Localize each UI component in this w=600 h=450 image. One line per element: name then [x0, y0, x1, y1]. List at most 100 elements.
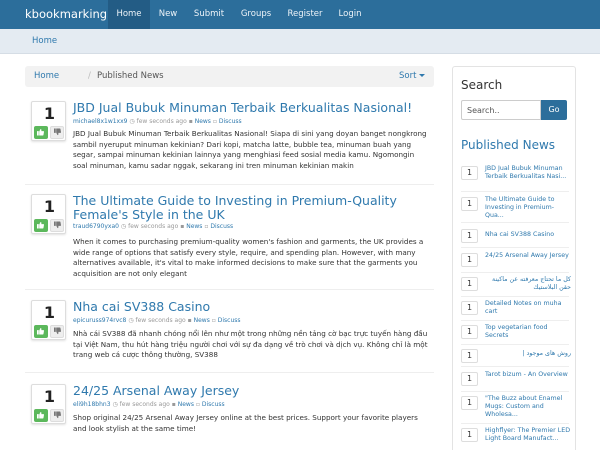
nav-home[interactable]: Home [108, 0, 150, 29]
sidebar-news-item[interactable]: 1 Tarot bizum - An Overview [461, 371, 571, 389]
thumbs-up-icon [37, 411, 44, 419]
story-discuss-link[interactable]: Discuss [218, 317, 241, 324]
vote-up-button[interactable] [34, 126, 48, 139]
sidebar-news-link[interactable]: Top vegetarian food Secrets [485, 324, 571, 340]
subheader-home-link[interactable]: Home [32, 36, 57, 46]
sidebar-news-item[interactable]: 1 Highflyer: The Premier LED Light Board… [461, 427, 571, 450]
nav-login[interactable]: Login [334, 0, 366, 29]
story-author-link[interactable]: eli9h18bhn3 [73, 401, 111, 408]
story-divider [25, 289, 434, 290]
story-time: few seconds ago [136, 118, 187, 125]
vote-count: 1 [43, 197, 56, 216]
sidebar-news-link[interactable]: Nha cai SV388 Casino [485, 231, 571, 239]
search-input[interactable] [461, 100, 541, 120]
breadcrumb-separator: / [88, 71, 91, 81]
sidebar-news-item[interactable]: 1 "The Buzz about Enamel Mugs: Custom an… [461, 395, 571, 421]
breadcrumb-home-link[interactable]: Home [34, 71, 59, 81]
sidebar-divider [461, 272, 569, 273]
story-summary: When it comes to purchasing premium-qual… [73, 237, 424, 278]
story-author-link[interactable]: epicuruss974rvc8 [73, 317, 126, 324]
vote-down-button[interactable] [50, 126, 64, 139]
story-meta: epicuruss974rvc8 ◷ few seconds ago ▪ New… [73, 317, 241, 324]
sidebar-news-item[interactable]: 1 24/25 Arsenal Away Jersey [461, 252, 571, 270]
story-title-link[interactable]: JBD Jual Bubuk Minuman Terbaik Berkualit… [73, 101, 412, 115]
sidebar-news-link[interactable]: JBD Jual Bubuk Minuman Terbaik Berkualit… [485, 165, 571, 181]
sidebar-news-link[interactable]: روش های موجود | [485, 350, 571, 358]
story-category-link[interactable]: News [194, 317, 210, 324]
search-go-button[interactable]: Go [541, 100, 567, 120]
nav-new[interactable]: New [152, 0, 184, 29]
clock-icon: ◷ [129, 118, 135, 125]
sidebar-vote-count: 1 [461, 166, 478, 180]
sort-dropdown[interactable]: Sort [399, 71, 426, 81]
nav-groups[interactable]: Groups [235, 0, 277, 29]
vote-count: 1 [43, 303, 56, 322]
breadcrumb-current: Published News [97, 71, 164, 81]
story-meta: traud6790yxa0 ◷ few seconds ago ▪ News ▫… [73, 223, 233, 230]
story-discuss-link[interactable]: Discuss [202, 401, 225, 408]
story-meta: michael8x1w1xx9 ◷ few seconds ago ▪ News… [73, 118, 242, 125]
story-category-link[interactable]: News [195, 118, 211, 125]
sidebar-vote-count: 1 [461, 428, 478, 442]
story-summary: JBD Jual Bubuk Minuman Terbaik Berkualit… [73, 129, 427, 170]
sidebar-divider [461, 296, 569, 297]
story-author-link[interactable]: michael8x1w1xx9 [73, 118, 127, 125]
sidebar-news-item[interactable]: 1 Detailed Notes on muha cart [461, 300, 571, 318]
sidebar-news-link[interactable]: Highflyer: The Premier LED Light Board M… [485, 427, 571, 443]
thumbs-up-icon [37, 327, 44, 335]
sidebar-divider [461, 344, 569, 345]
sidebar-news-item[interactable]: 1 كل ما تحتاج معرفته عن ماكينة حقن البلا… [461, 276, 571, 294]
sidebar-news-item[interactable]: 1 The Ultimate Guide to Investing in Pre… [461, 196, 571, 220]
story-author-link[interactable]: traud6790yxa0 [73, 223, 119, 230]
vote-down-button[interactable] [50, 409, 64, 422]
sidebar-vote-count: 1 [461, 372, 478, 386]
vote-down-button[interactable] [50, 325, 64, 338]
caret-down-icon [419, 74, 426, 77]
story-category-link[interactable]: News [186, 223, 202, 230]
folder-icon: ▪ [188, 118, 193, 125]
sidebar-divider [461, 391, 569, 392]
comment-icon: ▫ [211, 317, 216, 324]
story-title-link[interactable]: Nha cai SV388 Casino [73, 300, 210, 314]
story-item: 1 24/25 Arsenal Away Jersey eli9h18bhn3 … [25, 384, 434, 444]
nav-register[interactable]: Register [283, 0, 327, 29]
comment-icon: ▫ [212, 118, 217, 125]
sidebar-news-item[interactable]: 1 Nha cai SV388 Casino [461, 228, 571, 244]
vote-up-button[interactable] [34, 409, 48, 422]
story-discuss-link[interactable]: Discuss [219, 118, 242, 125]
vote-down-button[interactable] [50, 219, 64, 232]
sidebar-vote-count: 1 [461, 325, 478, 339]
story-discuss-link[interactable]: Discuss [210, 223, 233, 230]
thumbs-down-icon [54, 128, 61, 136]
story-title-link[interactable]: The Ultimate Guide to Investing in Premi… [73, 194, 418, 222]
story-time: few seconds ago [128, 223, 179, 230]
vote-up-button[interactable] [34, 325, 48, 338]
story-divider [25, 184, 434, 185]
thumbs-down-icon [54, 221, 61, 229]
vote-up-button[interactable] [34, 219, 48, 232]
story-category-link[interactable]: News [178, 401, 194, 408]
sidebar-news-item[interactable]: 1 JBD Jual Bubuk Minuman Terbaik Berkual… [461, 165, 571, 189]
brand-logo-link[interactable]: kbookmarking [25, 7, 107, 21]
sidebar-vote-count: 1 [461, 197, 478, 211]
sidebar-news-link[interactable]: "The Buzz about Enamel Mugs: Custom and … [485, 395, 571, 419]
sidebar-divider [461, 320, 569, 321]
vote-count: 1 [43, 104, 56, 123]
sidebar-news-link[interactable]: Detailed Notes on muha cart [485, 300, 571, 316]
nav-submit[interactable]: Submit [188, 0, 230, 29]
subheader-bar: Home [0, 29, 600, 54]
comment-icon: ▫ [204, 223, 209, 230]
story-summary: Nhà cái SV388 đã nhanh chóng nổi lên như… [73, 329, 428, 359]
sidebar-news-link[interactable]: كل ما تحتاج معرفته عن ماكينة حقن البلاست… [485, 276, 571, 292]
sidebar-news-item[interactable]: 1 روش های موجود | [461, 348, 571, 364]
sidebar-news-link[interactable]: Tarot bizum - An Overview [485, 371, 571, 379]
vote-box: 1 [31, 300, 66, 340]
folder-icon: ▪ [171, 401, 176, 408]
sidebar-news-link[interactable]: The Ultimate Guide to Investing in Premi… [485, 196, 571, 220]
story-meta: eli9h18bhn3 ◷ few seconds ago ▪ News ▫ D… [73, 401, 225, 408]
sidebar-news-link[interactable]: 24/25 Arsenal Away Jersey [485, 252, 571, 260]
story-title-link[interactable]: 24/25 Arsenal Away Jersey [73, 384, 239, 398]
top-navbar: kbookmarking Home New Submit Groups Regi… [0, 0, 600, 29]
search-heading: Search [461, 78, 503, 92]
sidebar-news-item[interactable]: 1 Top vegetarian food Secrets [461, 324, 571, 342]
